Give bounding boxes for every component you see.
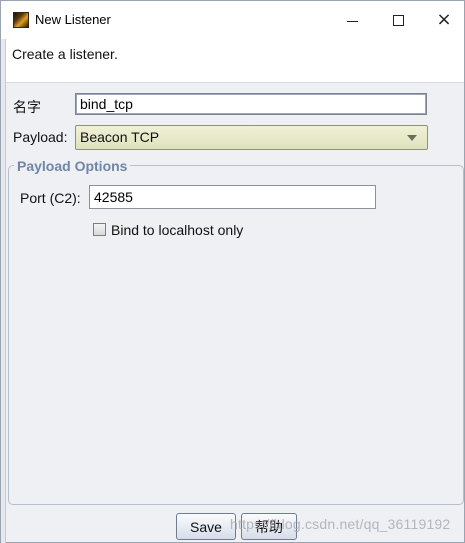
name-input[interactable]: bind_tcp	[75, 93, 427, 115]
payload-select[interactable]: Beacon TCP	[75, 125, 428, 150]
save-button[interactable]: Save	[176, 513, 236, 540]
payload-options-legend: Payload Options	[14, 158, 131, 174]
port-label: Port (C2):	[20, 190, 81, 206]
watermark: https://blog.csdn.net/qq_36119192	[230, 516, 451, 532]
title-bar[interactable]: New Listener ×	[1, 1, 464, 39]
dialog-description: Create a listener.	[12, 46, 118, 62]
left-edge-strip	[1, 39, 6, 543]
close-icon: ×	[436, 9, 452, 30]
maximize-icon	[392, 14, 404, 26]
bind-localhost-checkbox[interactable]	[93, 223, 106, 236]
chevron-down-icon	[407, 135, 417, 141]
payload-options-group	[8, 165, 464, 505]
maximize-button[interactable]	[375, 1, 421, 39]
window-title: New Listener	[35, 12, 111, 27]
port-input[interactable]: 42585	[89, 185, 376, 209]
bind-localhost-label[interactable]: Bind to localhost only	[111, 222, 243, 238]
payload-selected-value: Beacon TCP	[80, 129, 160, 145]
name-label: 名字	[13, 99, 41, 115]
app-icon	[13, 12, 29, 28]
minimize-icon	[346, 20, 358, 22]
close-button[interactable]: ×	[421, 1, 465, 39]
minimize-button[interactable]	[329, 1, 375, 39]
new-listener-dialog: New Listener × Create a listener. 名字 bin…	[0, 0, 465, 543]
payload-label: Payload:	[13, 129, 68, 145]
